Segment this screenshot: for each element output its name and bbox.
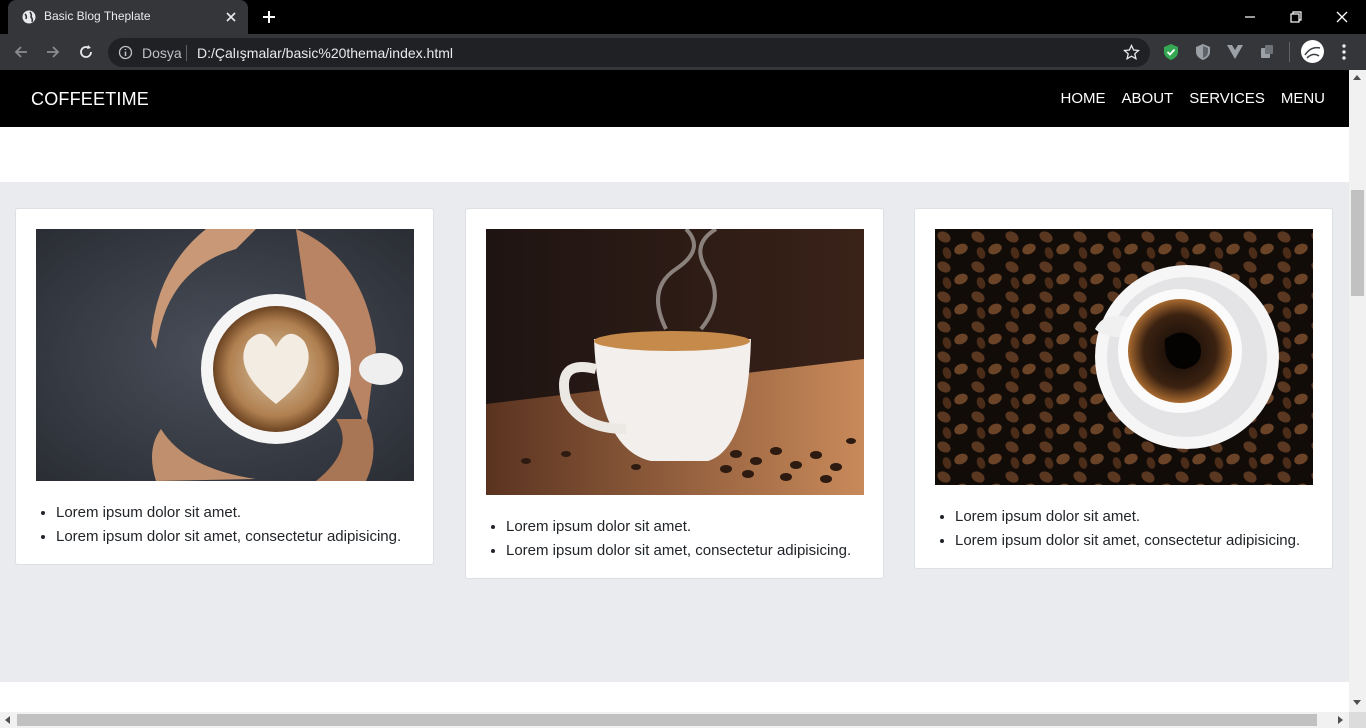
list-item: Lorem ipsum dolor sit amet, consectetur … xyxy=(955,529,1300,553)
avatar-image xyxy=(1301,40,1324,63)
vertical-scrollbar[interactable] xyxy=(1349,70,1366,712)
coffee-latte-heart-image xyxy=(36,229,414,481)
forward-arrow-icon[interactable] xyxy=(44,43,62,61)
list-item: Lorem ipsum dolor sit amet, consectetur … xyxy=(56,525,401,549)
nav-link-services[interactable]: SERVICES xyxy=(1189,90,1265,107)
close-tab-icon[interactable] xyxy=(224,10,238,24)
vue-devtools-icon[interactable] xyxy=(1226,43,1244,61)
nav-link-menu[interactable]: MENU xyxy=(1281,90,1325,107)
web-page: COFFEETIME HOME ABOUT SERVICES MENU • Lo… xyxy=(0,70,1349,712)
browser-toolbar: Dosya D:/Çalışmalar/basic%20thema/index.… xyxy=(0,34,1366,70)
coffee-card: Lorem ipsum dolor sit amet. Lorem ipsum … xyxy=(465,208,884,579)
scroll-left-icon[interactable] xyxy=(5,716,10,724)
adblock-shield-icon[interactable] xyxy=(1162,43,1180,61)
tab-strip: Basic Blog Theplate xyxy=(0,0,1366,34)
scroll-right-icon[interactable] xyxy=(1338,716,1343,724)
horizontal-scroll-thumb[interactable] xyxy=(17,714,1317,726)
back-arrow-icon[interactable] xyxy=(12,43,30,61)
browser-window: Basic Blog Theplate Dosya D:/Çalışmalar/… xyxy=(0,0,1366,728)
coffee-card: Lorem ipsum dolor sit amet. Lorem ipsum … xyxy=(15,208,434,565)
hero-band xyxy=(0,127,1349,182)
coffee-beans-cup-image xyxy=(935,229,1313,485)
address-bar[interactable]: Dosya D:/Çalışmalar/basic%20thema/index.… xyxy=(108,38,1150,67)
nav-link-about[interactable]: ABOUT xyxy=(1122,90,1174,107)
reload-icon[interactable] xyxy=(77,43,95,61)
globe-icon xyxy=(22,10,36,24)
card-list: Lorem ipsum dolor sit amet. Lorem ipsum … xyxy=(506,515,851,563)
site-navbar: COFFEETIME HOME ABOUT SERVICES MENU xyxy=(0,70,1349,127)
list-item: Lorem ipsum dolor sit amet, consectetur … xyxy=(506,539,851,563)
site-nav-links: HOME ABOUT SERVICES MENU xyxy=(1045,90,1325,107)
browser-tab[interactable]: Basic Blog Theplate xyxy=(8,0,248,34)
horizontal-scrollbar[interactable] xyxy=(0,712,1349,728)
new-tab-icon[interactable] xyxy=(262,10,276,24)
site-brand-logo[interactable]: COFFEETIME xyxy=(31,89,149,110)
list-item: Lorem ipsum dolor sit amet. xyxy=(506,515,851,539)
browser-menu-icon[interactable] xyxy=(1336,43,1352,61)
scroll-down-icon[interactable] xyxy=(1353,700,1361,705)
toolbar-divider xyxy=(1289,42,1290,62)
scrollbar-corner xyxy=(1349,712,1366,728)
footer-band xyxy=(0,682,1349,712)
omnibox-separator xyxy=(186,45,187,61)
scroll-up-icon[interactable] xyxy=(1353,75,1361,80)
tab-title: Basic Blog Theplate xyxy=(44,9,151,23)
privacy-shield-icon[interactable] xyxy=(1194,43,1212,61)
nav-link-home[interactable]: HOME xyxy=(1061,90,1106,107)
omnibox-security-label: Dosya xyxy=(142,45,182,61)
url-text[interactable]: D:/Çalışmalar/basic%20thema/index.html xyxy=(197,45,453,61)
minimize-icon[interactable] xyxy=(1241,8,1259,26)
list-item: Lorem ipsum dolor sit amet. xyxy=(955,505,1300,529)
coffee-card: Lorem ipsum dolor sit amet. Lorem ipsum … xyxy=(914,208,1333,569)
profile-avatar[interactable] xyxy=(1301,40,1324,63)
bookmark-star-icon[interactable] xyxy=(1123,44,1140,61)
card-list: Lorem ipsum dolor sit amet. Lorem ipsum … xyxy=(56,501,401,549)
info-icon[interactable] xyxy=(118,45,133,60)
vertical-scroll-thumb[interactable] xyxy=(1351,190,1364,296)
extension-puzzle-icon[interactable] xyxy=(1258,43,1276,61)
card-list: Lorem ipsum dolor sit amet. Lorem ipsum … xyxy=(955,505,1300,553)
close-window-icon[interactable] xyxy=(1333,8,1351,26)
restore-icon[interactable] xyxy=(1287,8,1305,26)
list-item: Lorem ipsum dolor sit amet. xyxy=(56,501,401,525)
coffee-steaming-cup-image xyxy=(486,229,864,495)
